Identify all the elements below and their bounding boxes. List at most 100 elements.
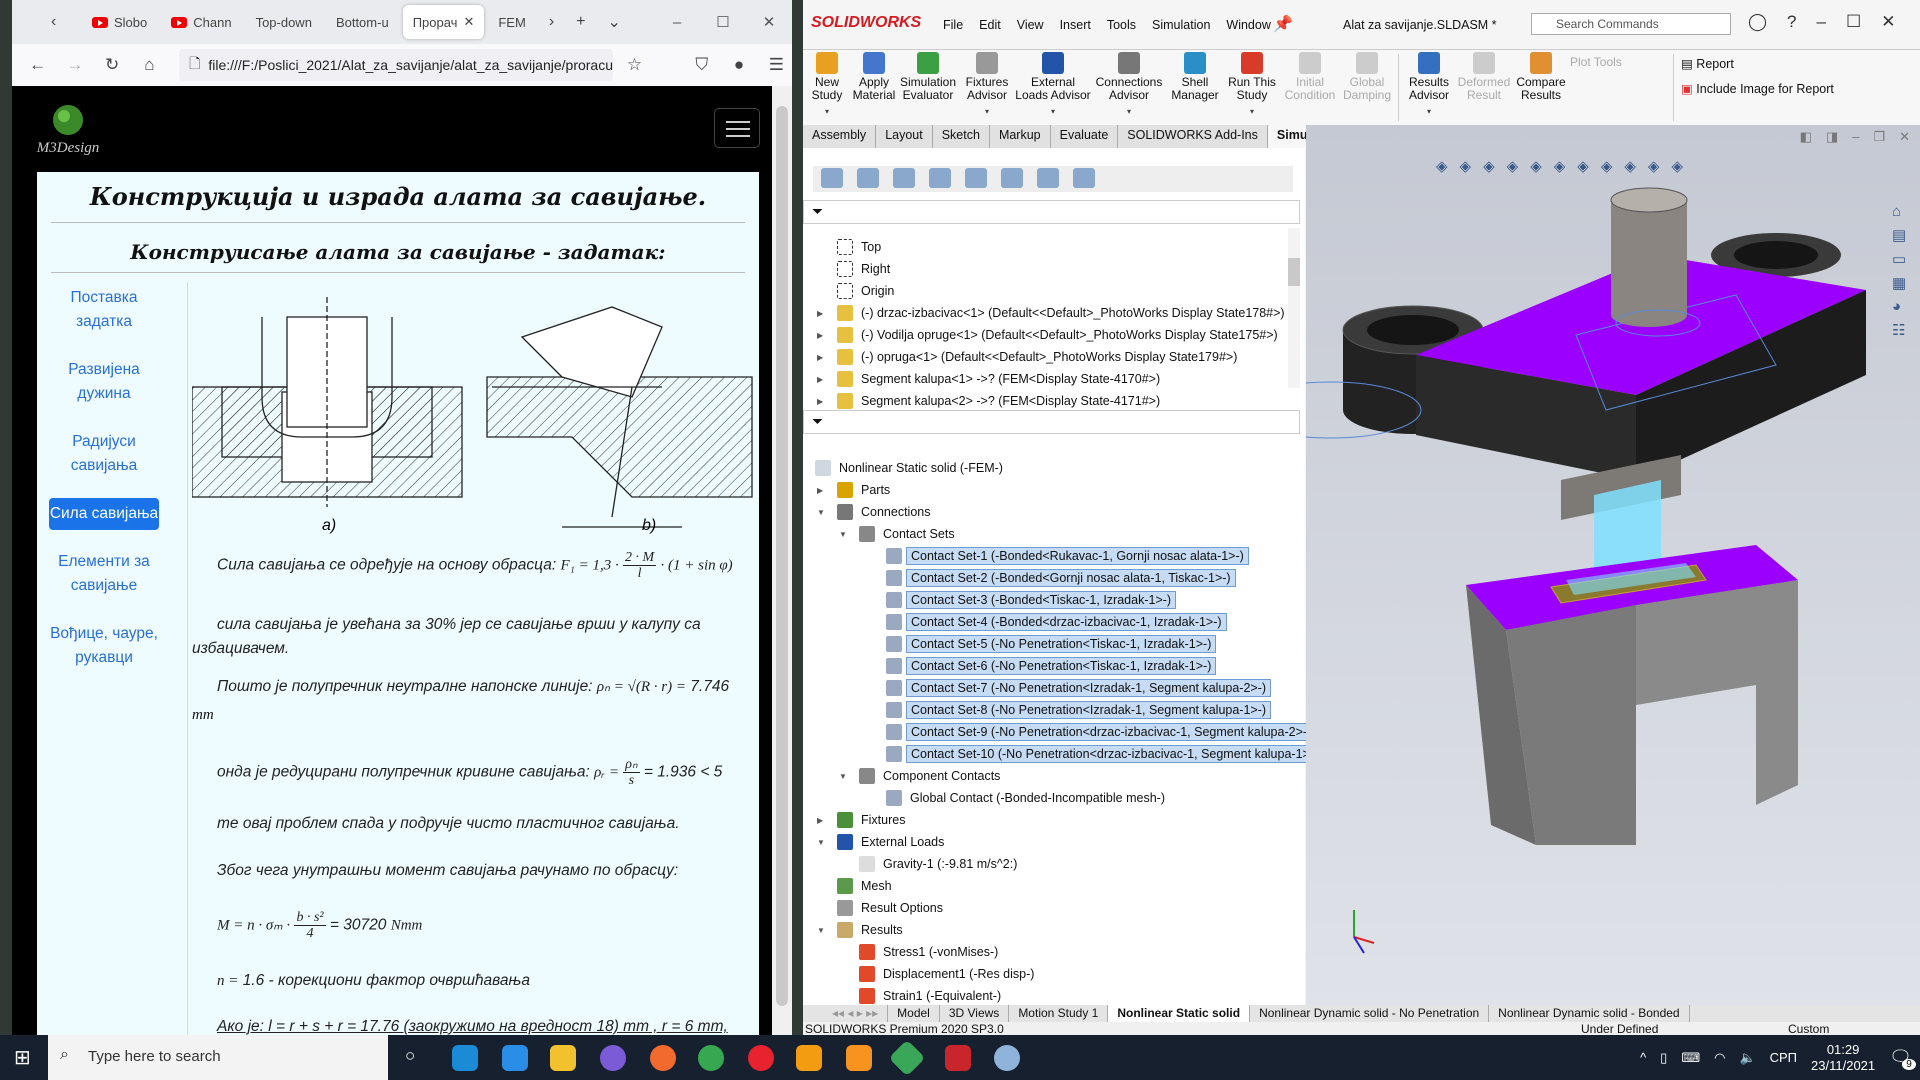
cam-tool-icon[interactable] — [1073, 168, 1095, 188]
expand-arrow-icon[interactable]: ▶ — [817, 353, 823, 362]
maximize-icon[interactable]: ☐ — [700, 13, 746, 31]
close-icon[interactable]: ✕ — [1881, 12, 1895, 32]
apply-scene-icon[interactable]: ◈ — [1648, 157, 1660, 175]
browser-tab[interactable]: FEM — [488, 5, 535, 39]
hamburger-menu-button[interactable] — [714, 108, 760, 148]
keyboard-icon[interactable]: ⌨ — [1681, 1050, 1700, 1066]
ribbon-button-shell-manager[interactable]: Shell Manager — [1167, 50, 1223, 125]
tree-item[interactable]: Displacement1 (-Res disp-) — [859, 964, 1038, 984]
pocket-icon[interactable]: ⛉ — [686, 55, 717, 75]
expand-arrow-icon[interactable]: ▶ — [817, 397, 823, 406]
property-manager-icon[interactable] — [857, 168, 879, 188]
cam-operation-icon[interactable] — [1037, 168, 1059, 188]
tree-item[interactable]: ▶ (-) opruga<1> (Default<<Default>_PhotoW… — [817, 347, 1241, 367]
edge-icon[interactable] — [452, 1045, 478, 1071]
side-nav-link[interactable]: Сила савијања — [49, 498, 159, 530]
ribbon-button-results-advisor[interactable]: Results Advisor ▾ — [1402, 50, 1456, 125]
windows-start-icon[interactable]: ⊞ — [14, 1045, 31, 1070]
expand-arrow-icon[interactable]: ▶ — [817, 486, 823, 495]
library-icon[interactable]: ▤ — [1892, 226, 1918, 244]
tree-item[interactable]: Contact Set-2 (-Bonded<Gornji nosac alat… — [886, 568, 1236, 588]
tree-item[interactable]: Nonlinear Static solid (-FEM-) — [815, 458, 1007, 478]
dynamic-annotation-icon[interactable]: ◈ — [1530, 157, 1542, 175]
home-icon[interactable]: ⌂ — [134, 55, 165, 75]
tree-item[interactable]: Contact Set-6 (-No Penetration<Tiskac-1,… — [886, 656, 1217, 676]
tree-item[interactable]: Contact Set-10 (-No Penetration<drzac-iz… — [886, 744, 1324, 764]
view-orientation-icon[interactable]: ◈ — [1554, 157, 1566, 175]
browser-tab[interactable]: Top-down — [246, 5, 322, 39]
file-explorer-icon[interactable] — [550, 1045, 576, 1071]
menu-item[interactable]: File — [943, 18, 963, 32]
opera-icon[interactable] — [748, 1045, 774, 1071]
tree-item[interactable]: Contact Set-4 (-Bonded<drzac-izbacivac-1… — [886, 612, 1227, 632]
taskbar-search-input[interactable]: ⌕ Type here to search — [48, 1035, 388, 1080]
tree-item[interactable]: Global Contact (-Bonded-Incompatible mes… — [886, 788, 1169, 808]
mail-icon[interactable] — [502, 1045, 528, 1071]
browser-tab[interactable]: Bottom-u — [326, 5, 399, 39]
extensions-icon[interactable]: ● — [723, 55, 754, 75]
study-filter-icon[interactable]: ⏷ — [803, 410, 1300, 434]
search-commands-input[interactable]: Search Commands — [1531, 13, 1731, 35]
tree-item[interactable]: Top — [837, 237, 885, 257]
collapse-arrow-icon[interactable]: ▼ — [839, 530, 847, 539]
tree-item[interactable]: ▶ Parts — [817, 480, 894, 500]
study-tab[interactable]: 3D Views — [940, 1005, 1010, 1022]
tree-item[interactable]: ▶ Segment kalupa<1> ->? (FEM<Display Stat… — [817, 369, 1164, 389]
menu-icon[interactable]: ☰ — [761, 55, 792, 75]
tree-item[interactable]: Origin — [837, 281, 898, 301]
address-bar[interactable]: 🗋 file:///F:/Poslici_2021/Alat_za_savijan… — [179, 49, 613, 81]
cam-feature-icon[interactable] — [1001, 168, 1023, 188]
cortana-icon[interactable]: ○ — [405, 1046, 415, 1066]
tree-item[interactable]: ▶ (-) drzac-izbacivac<1> (Default<<Defaul… — [817, 303, 1289, 323]
tree-item[interactable]: Contact Set-5 (-No Penetration<Tiskac-1,… — [886, 634, 1217, 654]
tree-item[interactable]: ▶ Fixtures — [817, 810, 909, 830]
tree-item[interactable]: ▶ (-) Vodilja opruge<1> (Default<<Default… — [817, 325, 1282, 345]
notifications-icon[interactable]: 🗨 9 — [1889, 1047, 1916, 1070]
ribbon-button-simulation-evaluator[interactable]: Simulation Evaluator — [897, 50, 959, 125]
site-logo[interactable]: M3Design — [24, 100, 112, 160]
dropdown-arrow-icon[interactable]: ▾ — [1427, 105, 1431, 118]
properties-icon[interactable]: ☷ — [1892, 321, 1918, 339]
expand-arrow-icon[interactable]: ▶ — [817, 816, 823, 825]
tab-scroll-left-icon[interactable]: ‹ — [42, 13, 65, 31]
study-tab[interactable]: Nonlinear Dynamic solid - No Penetration — [1250, 1005, 1490, 1022]
collapse-arrow-icon[interactable]: ▼ — [839, 772, 847, 781]
language-indicator[interactable]: СРП — [1770, 1050, 1797, 1065]
collapse-arrow-icon[interactable]: ▼ — [817, 838, 825, 847]
ribbon-button-global-damping[interactable]: Global Damping — [1339, 50, 1395, 125]
edit-appearance-icon[interactable]: ◈ — [1624, 157, 1636, 175]
dropdown-arrow-icon[interactable]: ▾ — [1051, 105, 1055, 118]
tab-scroll-right-icon[interactable]: › — [540, 13, 563, 31]
tab-close-icon[interactable]: ✕ — [463, 14, 474, 30]
bookmark-star-icon[interactable]: ☆ — [619, 55, 650, 75]
ribbon-button-external-loads-advisor[interactable]: External Loads Advisor ▾ — [1015, 50, 1091, 125]
graphics-viewport[interactable]: ◈ ◈ ◈ ◈ ◈ ◈ ◈ ◈ ◈ ◈ ◈ ◧ ◨ – ❐ ✕ ⌂ ▤ ▭ ▦ ◕ ☷ — [1240, 125, 1920, 1005]
app-icon[interactable] — [888, 1039, 926, 1077]
study-tab[interactable]: Nonlinear Static solid — [1108, 1005, 1251, 1022]
tab-evaluate[interactable]: Evaluate — [1050, 125, 1119, 148]
page-scrollbar[interactable] — [772, 86, 792, 1035]
ribbon-button-connections-advisor[interactable]: Connections Advisor ▾ — [1091, 50, 1167, 125]
tile-left-icon[interactable]: ◧ — [1800, 129, 1812, 145]
tree-item[interactable]: Strain1 (-Equivalent-) — [859, 986, 1005, 1006]
sublime-icon[interactable] — [846, 1045, 872, 1071]
browser-tab[interactable]: Прорач ✕ — [402, 5, 485, 39]
tree-item[interactable]: Mesh — [837, 876, 896, 896]
firefox-icon[interactable] — [650, 1045, 676, 1071]
ribbon-button-run-this-study[interactable]: Run This Study ▾ — [1223, 50, 1281, 125]
forward-icon[interactable]: → — [59, 55, 90, 75]
account-icon[interactable]: ◯ — [1748, 12, 1767, 32]
tab-list-icon[interactable]: ⌄ — [598, 12, 629, 32]
back-icon[interactable]: ← — [22, 55, 53, 75]
side-nav-link[interactable]: Радијуси савијања — [49, 426, 159, 482]
menu-item[interactable]: Tools — [1107, 18, 1136, 32]
dropdown-arrow-icon[interactable]: ▾ — [985, 105, 989, 118]
menu-item[interactable]: Edit — [979, 18, 1001, 32]
tree-item[interactable]: Stress1 (-vonMises-) — [859, 942, 1002, 962]
browser-tab[interactable]: Slobo — [82, 5, 157, 39]
plot-tools-button[interactable]: Plot Tools — [1570, 50, 1670, 125]
tree-item[interactable]: Contact Set-1 (-Bonded<Rukavac-1, Gornji… — [886, 546, 1249, 566]
home-icon[interactable]: ⌂ — [1892, 203, 1918, 220]
side-nav-link[interactable]: Развијена дужина — [49, 354, 159, 410]
dropdown-arrow-icon[interactable]: ▾ — [825, 105, 829, 118]
